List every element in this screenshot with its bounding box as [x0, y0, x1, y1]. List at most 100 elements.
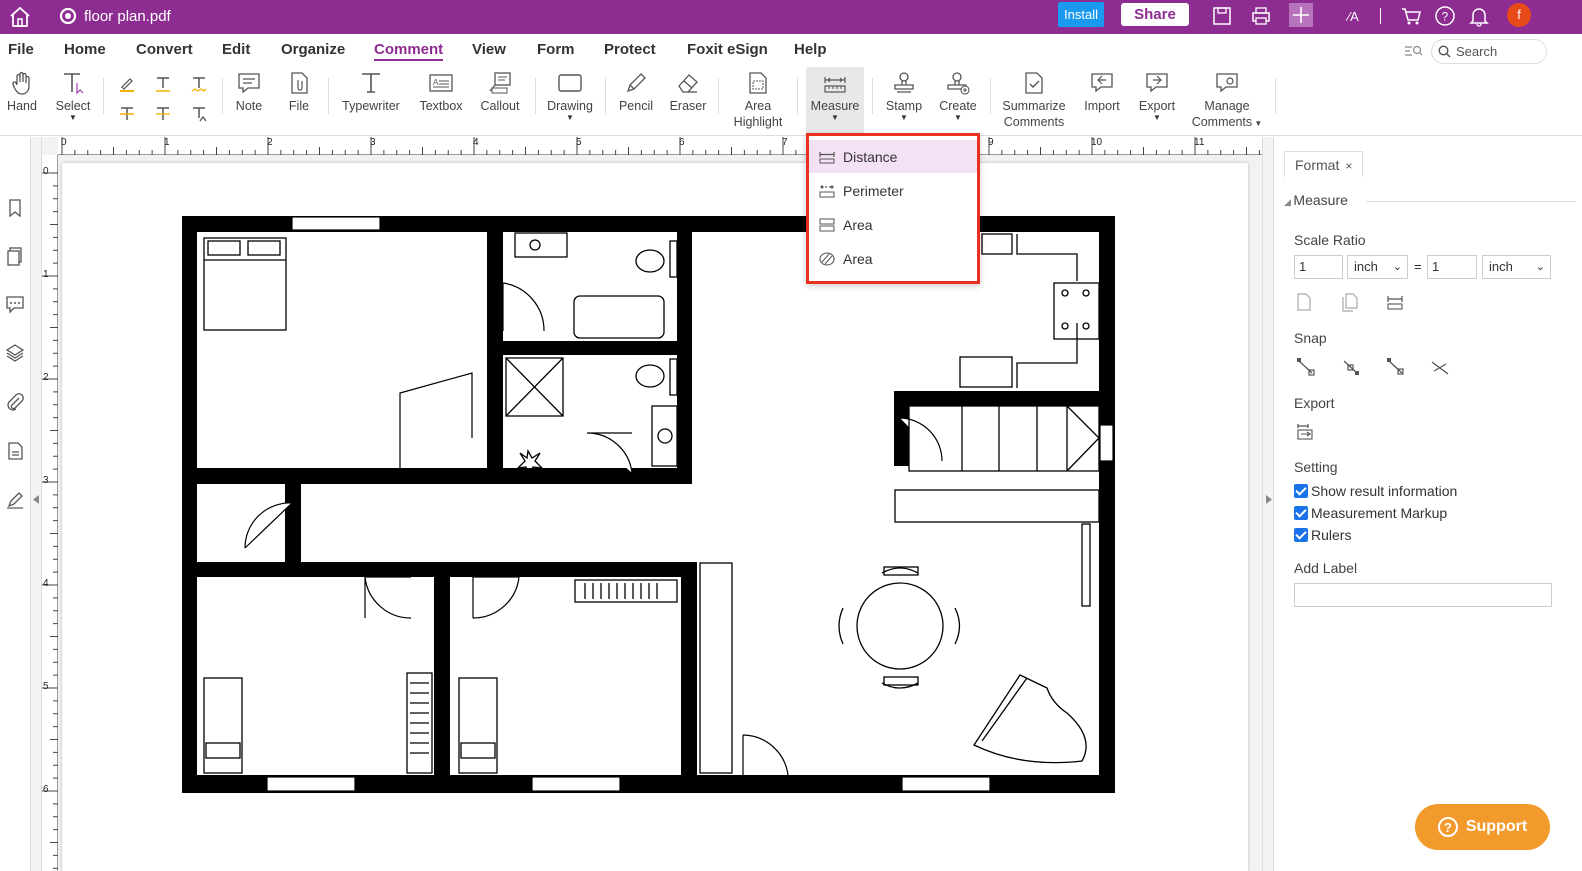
strikeout-icon[interactable]: [118, 105, 136, 123]
left-panel-collapse-handle[interactable]: [30, 137, 42, 871]
drawing-tool[interactable]: Drawing ▼: [543, 70, 597, 122]
snap-to-midpoint-icon[interactable]: [1341, 357, 1361, 377]
svg-text:?: ?: [1442, 10, 1449, 24]
home-icon[interactable]: [8, 5, 32, 29]
snap-to-endpoint-icon[interactable]: [1296, 357, 1316, 377]
document-properties-icon[interactable]: [5, 441, 25, 461]
rulers-checkbox[interactable]: Rulers: [1294, 527, 1351, 543]
attachment-icon[interactable]: [5, 392, 25, 412]
measure-label: Measure: [810, 99, 860, 113]
replace-text-icon[interactable]: [154, 105, 172, 123]
measure-area-item[interactable]: Area: [809, 208, 977, 241]
menu-protect[interactable]: Protect: [604, 41, 656, 58]
callout-tool[interactable]: Callout: [476, 70, 524, 114]
calibrate-page-icon[interactable]: [1294, 292, 1314, 312]
scale-left-unit-select[interactable]: inch ⌄: [1347, 255, 1408, 279]
user-avatar[interactable]: f: [1507, 3, 1531, 27]
measure-circle-area-item[interactable]: Area: [809, 242, 977, 275]
area-highlight-tool[interactable]: Area Highlight: [728, 70, 788, 130]
measure-perimeter-item[interactable]: Perimeter: [809, 174, 977, 207]
squiggly-icon[interactable]: [190, 75, 208, 93]
measure-tool[interactable]: Measure ▼: [806, 67, 864, 133]
insert-text-icon[interactable]: [190, 105, 208, 123]
measure-distance-item[interactable]: Distance: [809, 140, 977, 173]
search-options-icon[interactable]: [1404, 44, 1426, 58]
highlight-icon[interactable]: [118, 75, 136, 93]
help-icon[interactable]: ?: [1434, 5, 1456, 27]
create-stamp-tool[interactable]: Create ▼: [935, 70, 981, 122]
support-button[interactable]: ? Support: [1415, 804, 1550, 850]
ruler-v-label-5: 5: [43, 681, 49, 692]
menu-organize[interactable]: Organize: [281, 41, 345, 58]
pencil-tool[interactable]: Pencil: [614, 70, 658, 114]
chevron-down-icon: ▼: [954, 113, 962, 122]
bookmark-icon[interactable]: [5, 198, 25, 218]
summarize-label-line1: Summarize: [1002, 99, 1066, 113]
textbox-tool[interactable]: A Textbox: [416, 70, 466, 114]
document-viewer[interactable]: 0 1 2 3 4 5 6 7 8 9 10 11 0 1 2 3 4 5 6: [42, 137, 1262, 871]
layers-icon[interactable]: [5, 343, 25, 363]
menu-comment[interactable]: Comment: [374, 41, 444, 61]
menu-form[interactable]: Form: [537, 41, 575, 58]
pdf-page[interactable]: [62, 163, 1248, 871]
select-text-icon: [64, 73, 84, 95]
ruler-h-label-6: 6: [679, 137, 685, 148]
select-tool[interactable]: Select ▼: [54, 70, 92, 122]
callout-label: Callout: [480, 99, 520, 113]
typewriter-tool[interactable]: Typewriter: [338, 70, 404, 114]
apply-all-pages-icon[interactable]: [1340, 292, 1360, 312]
manage-comments-icon: [1216, 73, 1238, 93]
menu-edit[interactable]: Edit: [222, 41, 250, 58]
measure-dropdown-menu: Distance Perimeter Area Area: [806, 133, 980, 284]
show-result-checkbox[interactable]: Show result information: [1294, 483, 1457, 499]
import-comments-tool[interactable]: Import: [1080, 70, 1124, 114]
hand-tool[interactable]: Hand: [4, 70, 40, 114]
print-icon[interactable]: [1250, 5, 1272, 27]
menu-convert[interactable]: Convert: [136, 41, 193, 58]
menu-home[interactable]: Home: [64, 41, 106, 58]
new-tab-button[interactable]: [1289, 3, 1313, 27]
ruler-v-label-4: 4: [43, 578, 49, 589]
menu-help[interactable]: Help: [794, 41, 827, 58]
document-tab[interactable]: floor plan.pdf: [58, 6, 171, 26]
stamp-tool[interactable]: Stamp ▼: [880, 70, 928, 122]
scale-right-unit-value: inch: [1489, 259, 1513, 274]
note-tool[interactable]: Note: [231, 70, 267, 114]
manage-comments-tool[interactable]: Manage Comments ▼: [1190, 70, 1264, 132]
install-button[interactable]: Install: [1058, 2, 1104, 27]
ruler-h-label-10: 10: [1091, 137, 1103, 148]
export-measurements-icon[interactable]: [1296, 421, 1316, 441]
scale-right-unit-select[interactable]: inch ⌄: [1482, 255, 1551, 279]
bell-icon[interactable]: [1468, 5, 1490, 27]
pencil-label: Pencil: [618, 99, 654, 113]
right-panel-collapse-handle[interactable]: [1262, 137, 1273, 871]
signature-icon[interactable]: [5, 490, 25, 510]
add-label-input[interactable]: [1294, 583, 1552, 607]
cart-icon[interactable]: [1400, 5, 1422, 27]
measurement-markup-checkbox[interactable]: Measurement Markup: [1294, 505, 1447, 521]
pages-icon[interactable]: [5, 246, 25, 266]
translate-icon[interactable]: ⁄A: [1346, 5, 1368, 27]
eraser-tool[interactable]: Eraser: [666, 70, 710, 114]
menu-view[interactable]: View: [472, 41, 506, 58]
underline-icon[interactable]: [154, 75, 172, 93]
format-tab[interactable]: Format ×: [1284, 151, 1364, 177]
export-label: Export: [1138, 99, 1176, 113]
scale-right-value-input[interactable]: 1: [1427, 255, 1477, 279]
file-attachment-tool[interactable]: File: [281, 70, 317, 114]
share-button[interactable]: Share: [1121, 3, 1189, 26]
snap-to-intersection-icon[interactable]: [1430, 357, 1450, 377]
export-comments-tool[interactable]: Export ▼: [1134, 70, 1180, 122]
measure-section-header[interactable]: ◢ Measure: [1284, 192, 1348, 208]
save-icon[interactable]: [1211, 5, 1233, 27]
menu-file[interactable]: File: [8, 41, 34, 58]
scale-left-value-input[interactable]: 1: [1294, 255, 1343, 279]
snap-to-path-icon[interactable]: [1386, 357, 1406, 377]
menu-foxit-esign[interactable]: Foxit eSign: [687, 41, 768, 58]
comments-icon[interactable]: [5, 294, 25, 314]
search-input[interactable]: Search: [1431, 39, 1547, 64]
calibrate-scale-icon[interactable]: [1385, 292, 1405, 312]
summarize-comments-tool[interactable]: Summarize Comments: [998, 70, 1070, 130]
help-circle-icon: ?: [1437, 817, 1458, 837]
close-icon[interactable]: ×: [1345, 159, 1352, 173]
